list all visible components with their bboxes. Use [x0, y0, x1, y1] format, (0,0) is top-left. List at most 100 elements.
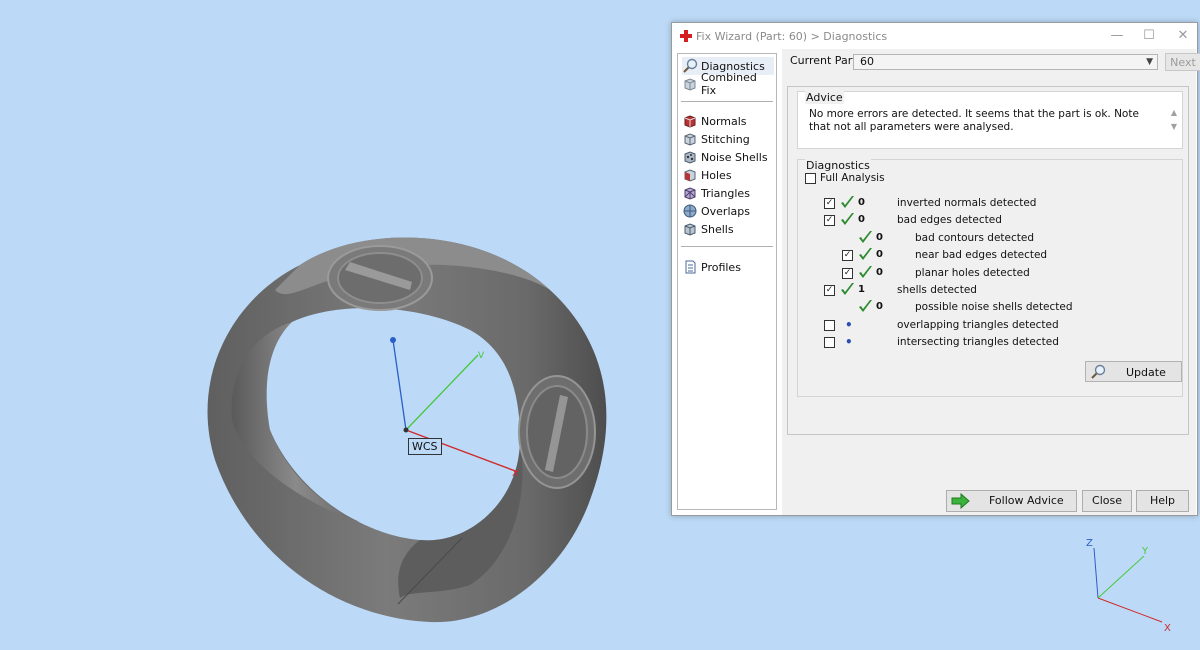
- diagnostics-group: Diagnostics Full Analysis ✓ 0 inverted nor…: [797, 159, 1183, 397]
- minimize-button[interactable]: —: [1102, 27, 1132, 45]
- magnifier-icon: [1091, 364, 1106, 379]
- sidebar-item-label: Normals: [701, 114, 747, 128]
- svg-text:X: X: [512, 469, 518, 479]
- sidebar-item-label: Combined Fix: [701, 71, 757, 97]
- gizmo-z-label: Z: [1086, 538, 1093, 549]
- detected-count: 0: [858, 214, 865, 226]
- sidebar-item-overlaps[interactable]: Overlaps: [682, 202, 774, 220]
- wizard-content: Current Part: 60 ▼ Next Advice No more e…: [782, 49, 1200, 515]
- sidebar-item-stitching[interactable]: Stitching: [682, 130, 774, 148]
- sidebar-item-profiles[interactable]: Profiles: [682, 258, 774, 276]
- check-icon: [859, 248, 872, 261]
- row-checkbox[interactable]: ✓: [824, 285, 835, 296]
- svg-text:V: V: [478, 351, 485, 361]
- gizmo-y-label: Y: [1142, 546, 1149, 557]
- next-button[interactable]: Next: [1165, 53, 1200, 71]
- advice-group: Advice No more errors are detected. It s…: [797, 91, 1183, 149]
- check-icon: [859, 230, 872, 243]
- sidebar-item-combined-fix[interactable]: Combined Fix: [682, 71, 774, 97]
- sidebar-item-label: Stitching: [701, 132, 750, 146]
- profiles-icon: [685, 260, 696, 274]
- cube-icon: [684, 78, 696, 91]
- follow-advice-button[interactable]: Follow Advice: [946, 490, 1077, 512]
- diagnostic-label: planar holes detected: [915, 266, 1030, 279]
- sidebar-item-holes[interactable]: Holes: [682, 166, 774, 184]
- sidebar-separator: [681, 246, 773, 247]
- sidebar-item-triangles[interactable]: Triangles: [682, 184, 774, 202]
- sidebar-item-label: Triangles: [701, 186, 750, 200]
- gizmo-x-label: X: [1164, 623, 1171, 634]
- magnifier-icon: [683, 58, 698, 73]
- check-icon: [841, 283, 854, 295]
- detected-count: 0: [858, 197, 865, 208]
- sidebar-item-shells[interactable]: Shells: [682, 220, 774, 238]
- diagnostic-label: inverted normals detected: [897, 197, 1037, 209]
- help-button[interactable]: Help: [1136, 490, 1189, 512]
- check-icon: [841, 196, 854, 208]
- diagnostic-label: overlapping triangles detected: [897, 318, 1059, 331]
- detected-count: 0: [876, 231, 883, 243]
- holes-icon: [684, 169, 696, 182]
- detected-count: 1: [858, 284, 865, 295]
- dialog-title: Fix Wizard (Part: 60) > Diagnostics: [696, 30, 888, 43]
- pending-dot-icon: •: [845, 317, 853, 332]
- diagnostic-label: near bad edges detected: [915, 249, 1048, 262]
- fix-wizard-dialog: Fix Wizard (Part: 60) > Diagnostics — ☐ …: [671, 22, 1200, 516]
- chevron-down-icon: ▼: [1146, 57, 1153, 67]
- update-button[interactable]: Update: [1085, 361, 1182, 382]
- detected-count: 0: [876, 266, 883, 278]
- close-button[interactable]: Close: [1082, 490, 1132, 512]
- sidebar-item-label: Overlaps: [701, 204, 750, 218]
- sidebar-separator: [681, 101, 773, 102]
- maximize-button[interactable]: ☐: [1134, 27, 1164, 45]
- current-part-select[interactable]: 60 ▼: [853, 54, 1158, 70]
- row-checkbox[interactable]: [824, 319, 835, 331]
- pending-dot-icon: •: [845, 335, 853, 350]
- normals-icon: [684, 115, 696, 128]
- row-checkbox[interactable]: ✓: [842, 267, 853, 279]
- screw-head-top: [327, 245, 433, 311]
- advice-text: No more errors are detected. It seems th…: [809, 108, 1139, 133]
- full-analysis-checkbox[interactable]: [805, 173, 816, 184]
- check-icon: [841, 213, 854, 226]
- row-checkbox[interactable]: ✓: [842, 250, 853, 262]
- axis-gizmo: [1093, 547, 1163, 623]
- overlaps-icon: [683, 204, 697, 218]
- advice-title: Advice: [805, 91, 844, 104]
- diagnostics-title: Diagnostics: [805, 159, 871, 172]
- row-checkbox[interactable]: [824, 337, 835, 349]
- current-part-label: Current Part:: [790, 54, 861, 67]
- shells-icon: [684, 223, 696, 236]
- green-arrow-icon: [951, 493, 970, 509]
- diagnostics-panel: Advice No more errors are detected. It s…: [787, 86, 1189, 435]
- check-icon: [859, 265, 872, 278]
- window-close-button[interactable]: ✕: [1168, 27, 1198, 45]
- sidebar-item-label: Noise Shells: [701, 150, 768, 164]
- check-icon: [859, 300, 872, 313]
- full-analysis-label: Full Analysis: [820, 172, 885, 184]
- sidebar-item-normals[interactable]: Normals: [682, 112, 774, 130]
- sidebar-item-label: Profiles: [701, 260, 741, 274]
- advice-scrollbar[interactable]: ▲ ▼: [1169, 106, 1179, 142]
- row-checkbox[interactable]: ✓: [824, 198, 835, 209]
- noise-shells-icon: [684, 151, 696, 164]
- stitching-icon: [684, 133, 696, 146]
- dialog-titlebar[interactable]: Fix Wizard (Part: 60) > Diagnostics — ☐ …: [672, 23, 1197, 49]
- screw-head-right: [518, 375, 596, 489]
- detected-count: 0: [876, 301, 883, 313]
- diagnostic-label: bad edges detected: [897, 214, 1002, 227]
- detected-count: 0: [876, 249, 883, 261]
- wizard-sidebar: Diagnostics Combined Fix Normals Stitchi…: [677, 53, 777, 510]
- sidebar-item-noise-shells[interactable]: Noise Shells: [682, 148, 774, 166]
- row-checkbox[interactable]: ✓: [824, 215, 835, 227]
- sidebar-item-label: Holes: [701, 168, 732, 182]
- diagnostic-label: possible noise shells detected: [915, 301, 1073, 314]
- wcs-label: WCS: [408, 438, 442, 455]
- update-label: Update: [1126, 366, 1166, 379]
- current-part-value: 60: [860, 55, 874, 68]
- triangles-icon: [684, 187, 696, 200]
- diagnostic-label: intersecting triangles detected: [897, 336, 1059, 349]
- app-cross-icon: [680, 30, 692, 42]
- diagnostic-label: bad contours detected: [915, 231, 1034, 244]
- diagnostic-label: shells detected: [897, 284, 977, 296]
